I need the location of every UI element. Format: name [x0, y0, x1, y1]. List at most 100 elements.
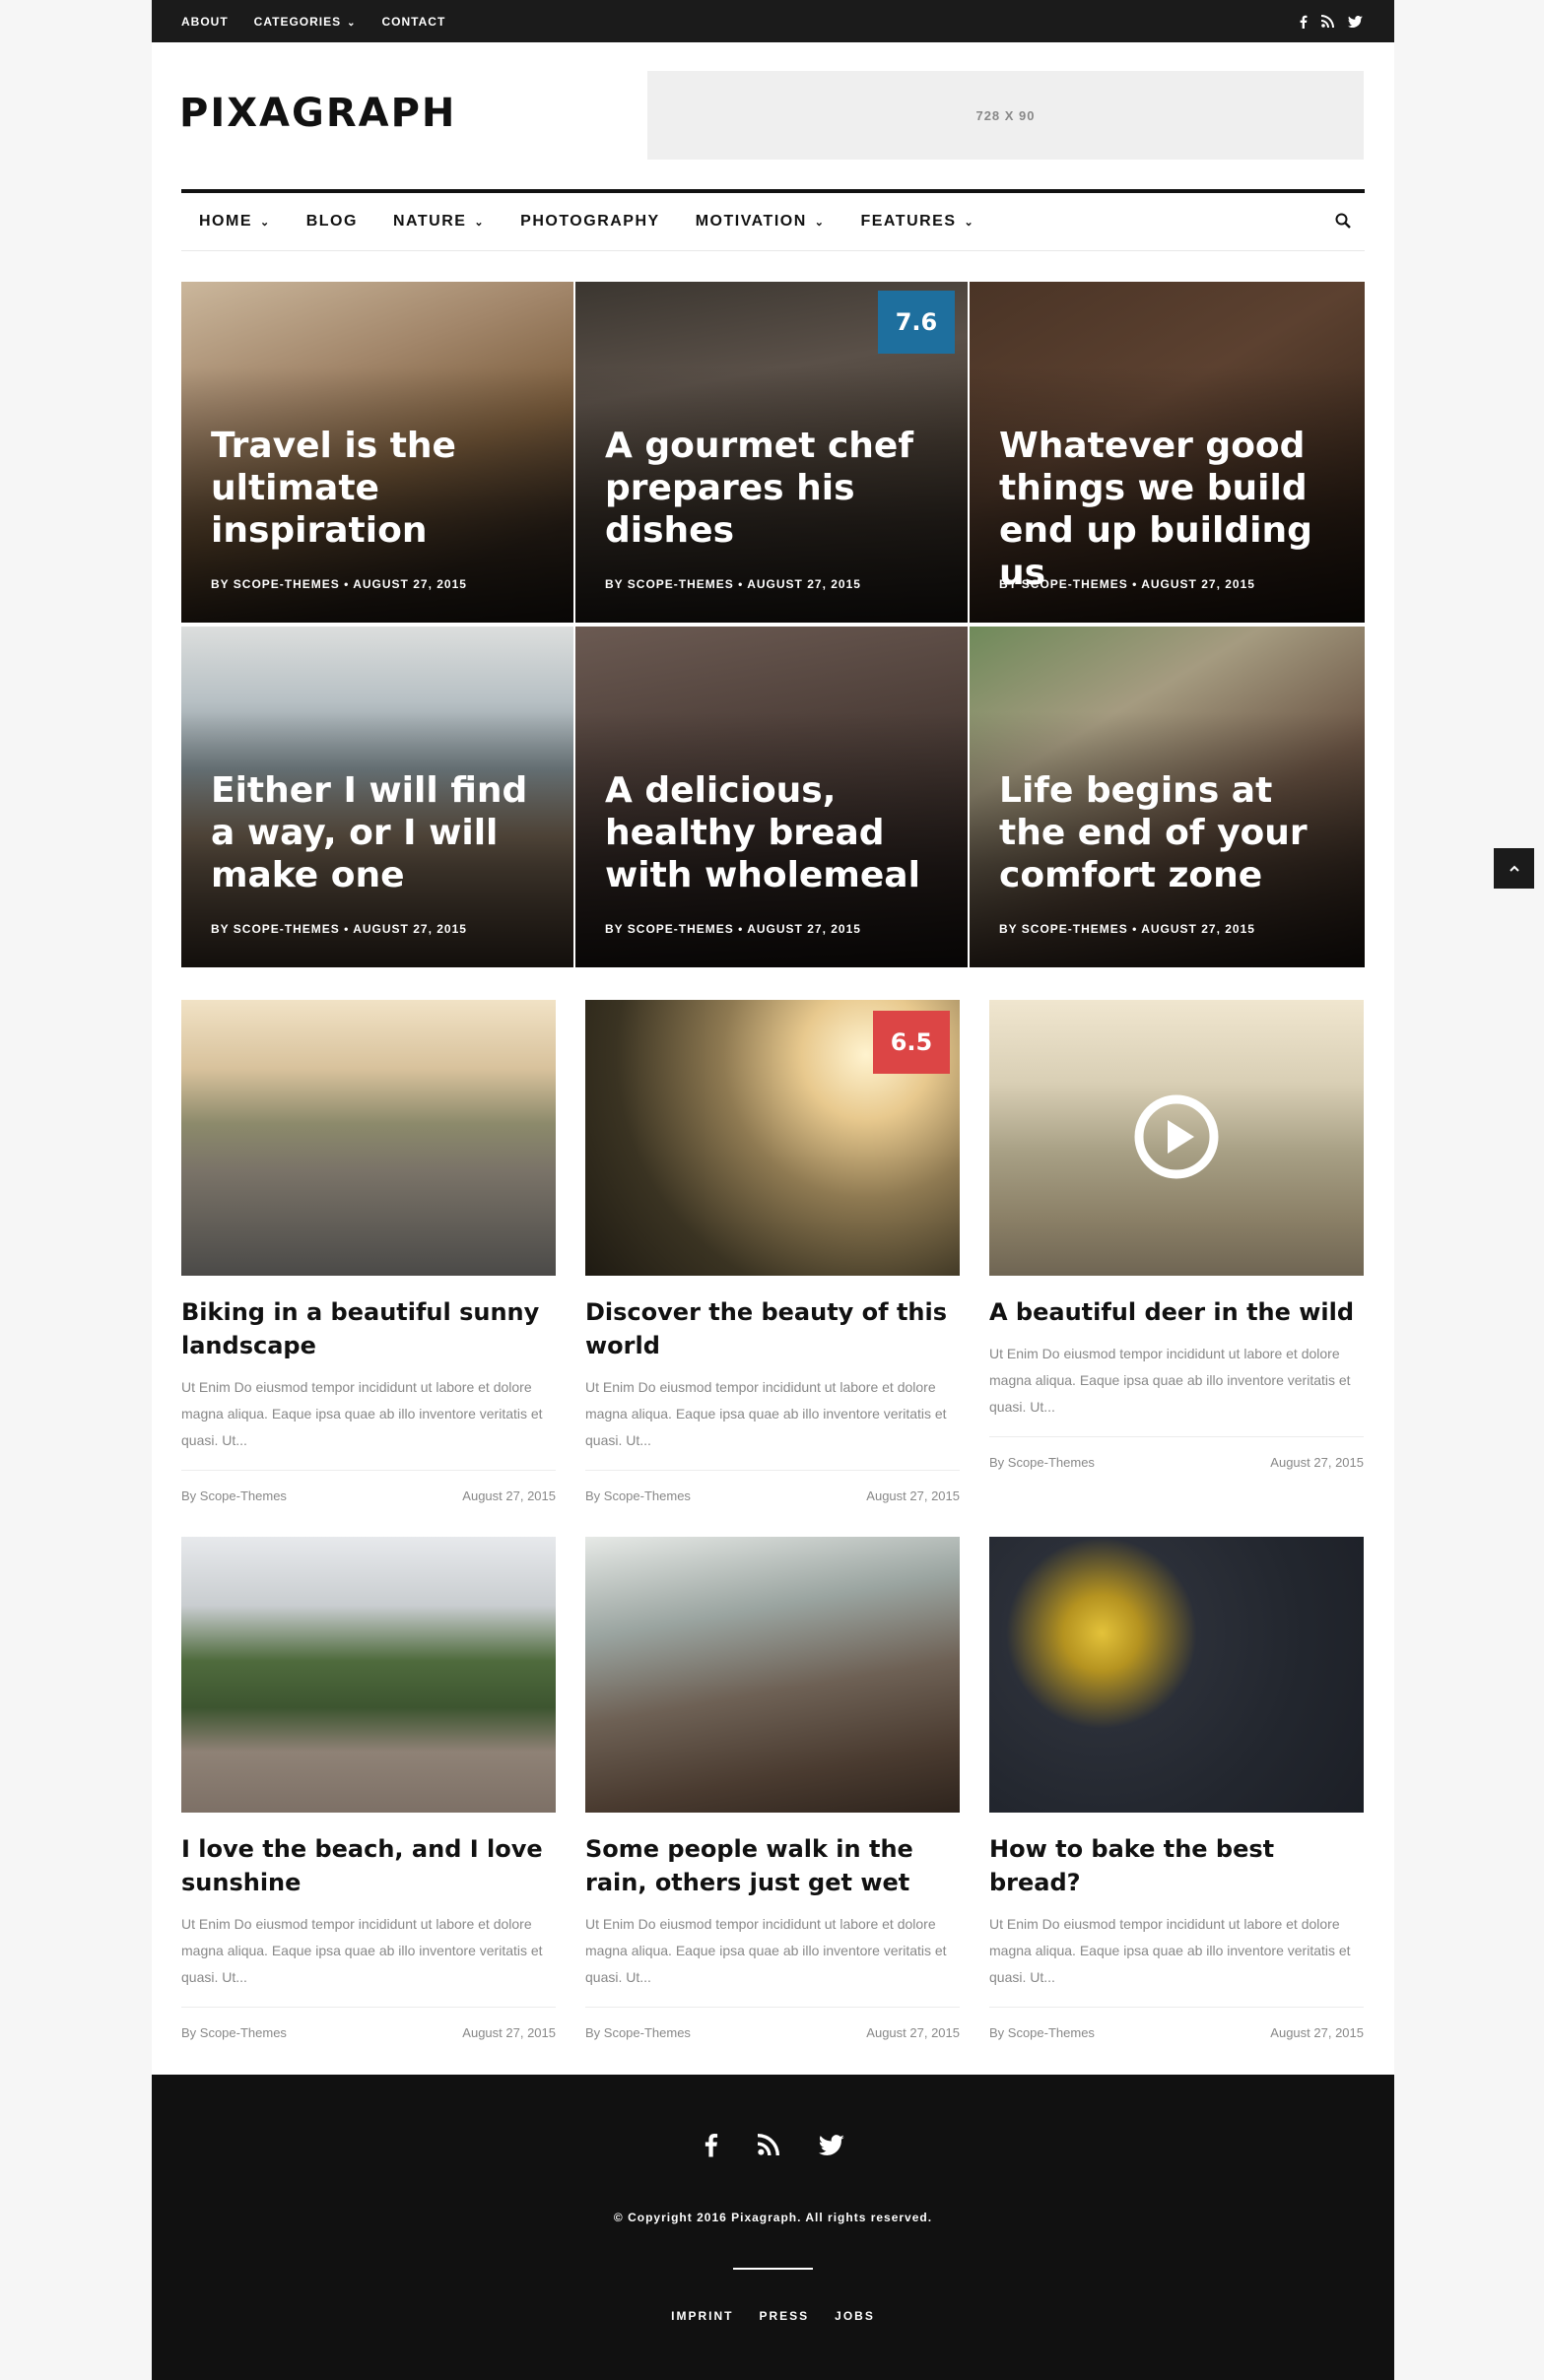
nav-item-photography-label: PHOTOGRAPHY [520, 213, 660, 230]
featured-post[interactable]: 7.6 A gourmet chef prepares his dishes B… [575, 282, 968, 623]
featured-meta: BY SCOPE-THEMES • AUGUST 27, 2015 [211, 577, 467, 591]
post-date: August 27, 2015 [866, 1488, 960, 1503]
top-social [1299, 0, 1363, 42]
top-link-categories-label: CATEGORIES [253, 14, 342, 29]
rss-icon[interactable] [757, 2132, 779, 2157]
post-image-cafe[interactable] [585, 1537, 960, 1813]
featured-post[interactable]: Travel is the ultimate inspiration BY SC… [181, 282, 573, 623]
post-excerpt: Ut Enim Do eiusmod tempor incididunt ut … [181, 1916, 543, 1985]
featured-title[interactable]: Travel is the ultimate inspiration [211, 425, 556, 552]
nav-item-photography[interactable]: PHOTOGRAPHY [520, 213, 660, 231]
post-excerpt: Ut Enim Do eiusmod tempor incididunt ut … [989, 1916, 1351, 1985]
site-logo[interactable]: PIXAGRAPH [179, 91, 456, 136]
post-image-bread[interactable] [989, 1537, 1364, 1813]
chevron-down-icon: ⌄ [347, 17, 357, 29]
post-title[interactable]: Some people walk in the rain, others jus… [585, 1832, 960, 1899]
featured-post[interactable]: Either I will find a way, or I will make… [181, 627, 573, 967]
nav-item-features[interactable]: FEATURES ⌄ [860, 213, 974, 231]
ad-banner[interactable]: 728 X 90 [647, 71, 1364, 160]
facebook-icon[interactable] [1299, 15, 1308, 29]
post-card: Biking in a beautiful sunny landscape Ut… [181, 1000, 556, 1503]
featured-title[interactable]: Life begins at the end of your comfort z… [999, 769, 1344, 896]
post-date: August 27, 2015 [866, 2025, 960, 2040]
post-author[interactable]: By Scope-Themes [181, 1488, 287, 1503]
page: ABOUT CATEGORIES ⌄ CONTACT PIXAGRAPH 728 … [152, 0, 1394, 2380]
post-title[interactable]: Biking in a beautiful sunny landscape [181, 1295, 556, 1362]
post-excerpt: Ut Enim Do eiusmod tempor incididunt ut … [585, 1916, 947, 1985]
post-card: A beautiful deer in the wild Ut Enim Do … [989, 1000, 1364, 1470]
post-card: Some people walk in the rain, others jus… [585, 1537, 960, 2040]
featured-title[interactable]: A delicious, healthy bread with wholemea… [605, 769, 950, 896]
post-card: How to bake the best bread? Ut Enim Do e… [989, 1537, 1364, 2040]
post-card: 6.5 Discover the beauty of this world Ut… [585, 1000, 960, 1503]
featured-post[interactable]: Life begins at the end of your comfort z… [970, 627, 1365, 967]
post-author[interactable]: By Scope-Themes [181, 2025, 287, 2040]
post-excerpt: Ut Enim Do eiusmod tempor incididunt ut … [585, 1379, 947, 1448]
featured-title[interactable]: Either I will find a way, or I will make… [211, 769, 556, 896]
top-link-contact[interactable]: CONTACT [382, 15, 446, 29]
featured-title[interactable]: A gourmet chef prepares his dishes [605, 425, 950, 552]
back-to-top-button[interactable] [1494, 848, 1534, 889]
featured-post[interactable]: Whatever good things we build end up bui… [970, 282, 1365, 623]
featured-post[interactable]: A delicious, healthy bread with wholemea… [575, 627, 968, 967]
chevron-down-icon: ⌄ [964, 216, 975, 229]
nav-item-nature[interactable]: NATURE ⌄ [393, 213, 485, 231]
post-title[interactable]: I love the beach, and I love sunshine [181, 1832, 556, 1899]
post-footer: By Scope-Themes August 27, 2015 [181, 2007, 556, 2040]
main-nav: HOME ⌄ BLOG NATURE ⌄ PHOTOGRAPHY MOTIVATIO… [181, 189, 1365, 251]
top-link-about[interactable]: ABOUT [181, 15, 229, 29]
post-author[interactable]: By Scope-Themes [989, 1455, 1095, 1470]
post-image-deer[interactable] [989, 1000, 1364, 1276]
post-title[interactable]: How to bake the best bread? [989, 1832, 1364, 1899]
nav-item-motivation-label: MOTIVATION [695, 213, 807, 230]
chevron-down-icon: ⌄ [474, 216, 486, 229]
post-date: August 27, 2015 [1270, 2025, 1364, 2040]
post-footer: By Scope-Themes August 27, 2015 [989, 2007, 1364, 2040]
rss-icon[interactable] [1321, 15, 1334, 28]
post-excerpt: Ut Enim Do eiusmod tempor incididunt ut … [181, 1379, 543, 1448]
featured-meta: BY SCOPE-THEMES • AUGUST 27, 2015 [605, 922, 861, 936]
post-date: August 27, 2015 [462, 1488, 556, 1503]
facebook-icon[interactable] [703, 2132, 718, 2157]
post-date: August 27, 2015 [462, 2025, 556, 2040]
nav-item-nature-label: NATURE [392, 213, 467, 230]
post-author[interactable]: By Scope-Themes [585, 2025, 691, 2040]
footer-link-imprint[interactable]: IMPRINT [671, 2309, 733, 2323]
footer-link-jobs[interactable]: JOBS [835, 2309, 875, 2323]
copyright-text: © Copyright 2016 Pixagraph. All rights r… [613, 2211, 933, 2224]
post-footer: By Scope-Themes August 27, 2015 [181, 1470, 556, 1503]
post-author[interactable]: By Scope-Themes [989, 2025, 1095, 2040]
top-link-categories[interactable]: CATEGORIES ⌄ [254, 15, 357, 29]
review-score-badge: 7.6 [878, 291, 955, 354]
post-image-river[interactable] [181, 1537, 556, 1813]
featured-meta: BY SCOPE-THEMES • AUGUST 27, 2015 [211, 922, 467, 936]
nav-item-home-label: HOME [199, 213, 252, 230]
post-footer: By Scope-Themes August 27, 2015 [585, 2007, 960, 2040]
top-bar: ABOUT CATEGORIES ⌄ CONTACT [152, 0, 1394, 42]
nav-item-home[interactable]: HOME ⌄ [199, 213, 271, 231]
twitter-icon[interactable] [818, 2132, 844, 2157]
chevron-down-icon: ⌄ [260, 216, 271, 229]
twitter-icon[interactable] [1348, 15, 1363, 28]
post-author[interactable]: By Scope-Themes [585, 1488, 691, 1503]
post-title[interactable]: Discover the beauty of this world [585, 1295, 960, 1362]
featured-meta: BY SCOPE-THEMES • AUGUST 27, 2015 [999, 577, 1255, 591]
nav-item-blog[interactable]: BLOG [306, 213, 358, 231]
post-image-biking[interactable] [181, 1000, 556, 1276]
post-title[interactable]: A beautiful deer in the wild [989, 1295, 1364, 1329]
post-image-sunset-man[interactable]: 6.5 [585, 1000, 960, 1276]
post-date: August 27, 2015 [1270, 1455, 1364, 1470]
featured-title[interactable]: Whatever good things we build end up bui… [999, 425, 1344, 594]
chevron-down-icon: ⌄ [814, 216, 826, 229]
search-icon[interactable] [1335, 213, 1351, 229]
featured-meta: BY SCOPE-THEMES • AUGUST 27, 2015 [605, 577, 861, 591]
footer-divider [733, 2268, 813, 2270]
footer-social [152, 2132, 1394, 2157]
site-footer: © Copyright 2016 Pixagraph. All rights r… [152, 2075, 1394, 2380]
footer-link-press[interactable]: PRESS [759, 2309, 809, 2323]
nav-item-motivation[interactable]: MOTIVATION ⌄ [696, 213, 826, 231]
featured-meta: BY SCOPE-THEMES • AUGUST 27, 2015 [999, 922, 1255, 936]
chevron-up-icon [1509, 865, 1519, 872]
play-icon[interactable] [1133, 1093, 1220, 1180]
post-excerpt: Ut Enim Do eiusmod tempor incididunt ut … [989, 1346, 1351, 1415]
